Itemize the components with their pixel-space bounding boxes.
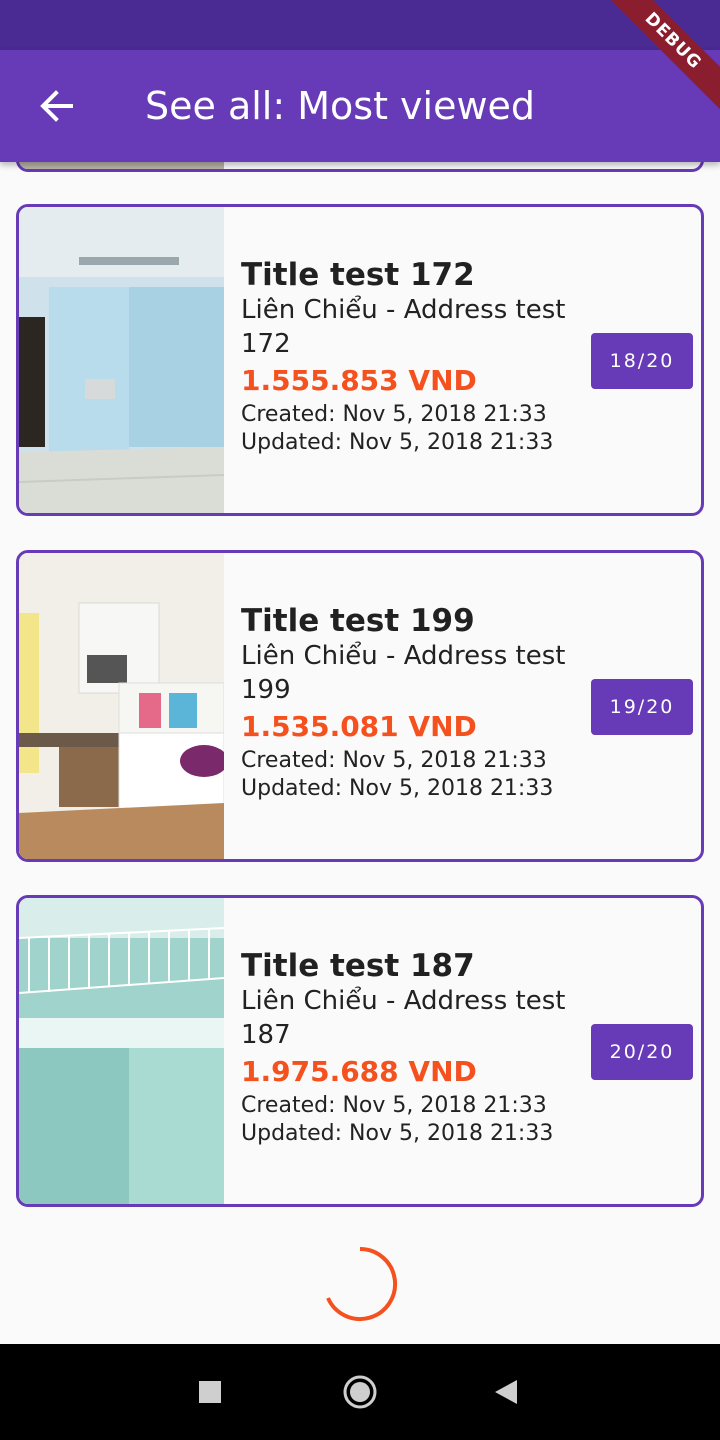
listing-created: Created: Nov 5, 2018 21:33 bbox=[241, 748, 547, 773]
listing-address: Liên Chiểu - Address test 187 bbox=[241, 986, 566, 1050]
rank-badge: 19/20 bbox=[591, 679, 693, 735]
recents-button[interactable] bbox=[186, 1368, 234, 1416]
rank-badge: 18/20 bbox=[591, 333, 693, 389]
listing-thumbnail bbox=[19, 898, 224, 1204]
listing-created: Created: Nov 5, 2018 21:33 bbox=[241, 1093, 547, 1118]
loading-spinner bbox=[326, 1246, 398, 1321]
back-button[interactable] bbox=[28, 78, 84, 134]
rank-badge: 20/20 bbox=[591, 1024, 693, 1080]
listing-price: 1.535.081 VND bbox=[241, 710, 477, 743]
listing-price: 1.555.853 VND bbox=[241, 364, 477, 397]
home-button[interactable] bbox=[336, 1368, 384, 1416]
listing-address: Liên Chiểu - Address test 199 bbox=[241, 641, 566, 705]
listing-title: Title test 172 bbox=[241, 257, 475, 293]
listing-list[interactable]: Title test 172 Liên Chiểu - Address test… bbox=[0, 0, 720, 1344]
listing-card[interactable]: Title test 172 Liên Chiểu - Address test… bbox=[16, 204, 704, 516]
arrow-back-icon bbox=[40, 90, 73, 122]
listing-created: Created: Nov 5, 2018 21:33 bbox=[241, 402, 547, 427]
listing-title: Title test 199 bbox=[241, 603, 475, 639]
listing-price: 1.975.688 VND bbox=[241, 1055, 477, 1088]
listing-thumbnail bbox=[19, 553, 224, 859]
listing-updated: Updated: Nov 5, 2018 21:33 bbox=[241, 776, 554, 801]
circle-icon bbox=[343, 1375, 377, 1409]
square-icon bbox=[199, 1381, 221, 1403]
listing-thumbnail bbox=[19, 207, 224, 513]
listing-updated: Updated: Nov 5, 2018 21:33 bbox=[241, 1121, 554, 1146]
listing-title: Title test 187 bbox=[241, 948, 475, 984]
app-bar: See all: Most viewed bbox=[0, 50, 720, 162]
listing-address: Liên Chiểu - Address test 172 bbox=[241, 295, 566, 359]
listing-card[interactable]: Title test 199 Liên Chiểu - Address test… bbox=[16, 550, 704, 862]
listing-card[interactable]: Title test 187 Liên Chiểu - Address test… bbox=[16, 895, 704, 1207]
navigation-bar bbox=[0, 1344, 720, 1440]
back-nav-button[interactable] bbox=[482, 1368, 530, 1416]
triangle-back-icon bbox=[495, 1380, 517, 1404]
listing-updated: Updated: Nov 5, 2018 21:33 bbox=[241, 430, 554, 455]
page-title: See all: Most viewed bbox=[145, 84, 536, 128]
